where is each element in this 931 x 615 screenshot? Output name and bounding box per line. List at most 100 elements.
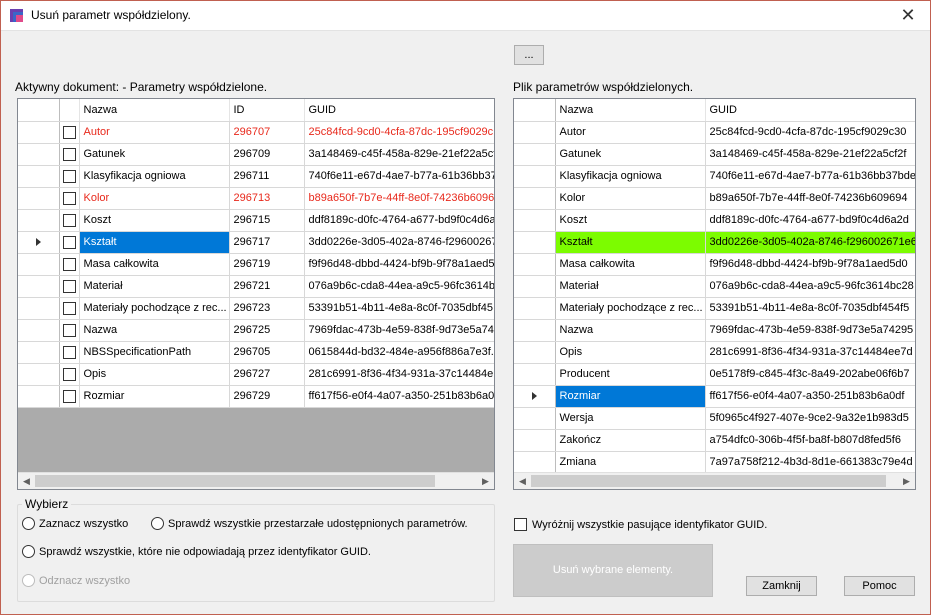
cell-guid[interactable]: 7969fdac-473b-4e59-838f-9d73e5a74... bbox=[304, 319, 494, 342]
row-checkbox-cell[interactable] bbox=[59, 209, 80, 232]
table-row[interactable]: Autor 296707 25c84fcd-9cd0-4cfa-87dc-195cf… bbox=[18, 121, 494, 144]
cell-name[interactable]: Zakończ bbox=[555, 429, 706, 452]
checkbox[interactable] bbox=[62, 301, 76, 315]
cell-guid[interactable]: 740f6e11-e67d-4ae7-b77a-61b36bb37... bbox=[304, 165, 494, 188]
cell-id[interactable]: 296717 bbox=[229, 231, 305, 254]
table-row[interactable]: Rozmiar 296729 ff617f56-e0f4-4a07-a350-251… bbox=[18, 385, 494, 408]
cell-id[interactable]: 296715 bbox=[229, 209, 305, 232]
radio-button[interactable] bbox=[22, 517, 35, 530]
row-header[interactable] bbox=[18, 275, 60, 298]
cell-name[interactable]: Opis bbox=[79, 363, 230, 386]
row-checkbox-cell[interactable] bbox=[59, 253, 80, 276]
cell-guid[interactable]: 281c6991-8f36-4f34-931a-37c14484e... bbox=[304, 363, 494, 386]
close-icon[interactable]: ✕ bbox=[885, 0, 931, 31]
row-checkbox-cell[interactable] bbox=[59, 121, 80, 144]
checkbox[interactable] bbox=[62, 345, 76, 359]
cell-name[interactable]: Producent bbox=[555, 363, 706, 386]
column-header-guid[interactable]: GUID bbox=[705, 99, 915, 122]
row-header[interactable] bbox=[18, 363, 60, 386]
row-header[interactable] bbox=[18, 231, 60, 254]
table-row[interactable]: Zakończ a754dfc0-306b-4f5f-ba8f-b807d8fed… bbox=[514, 429, 915, 452]
cell-guid[interactable]: 53391b51-4b11-4e8a-8c0f-7035dbf45... bbox=[304, 297, 494, 320]
checkbox[interactable] bbox=[62, 323, 76, 337]
table-row[interactable]: Gatunek 296709 3a148469-c45f-458a-829e-21e… bbox=[18, 143, 494, 166]
checkbox[interactable] bbox=[62, 279, 76, 293]
cell-guid[interactable]: b89a650f-7b7e-44ff-8e0f-74236b609694 bbox=[705, 187, 915, 210]
checkbox[interactable] bbox=[62, 367, 76, 381]
row-header[interactable] bbox=[514, 385, 556, 408]
row-checkbox-cell[interactable] bbox=[59, 231, 80, 254]
row-header[interactable] bbox=[514, 143, 556, 166]
table-row[interactable]: Materiał 296721 076a9b6c-cda8-44ea-a9c5-96… bbox=[18, 275, 494, 298]
row-header[interactable] bbox=[18, 143, 60, 166]
cell-name[interactable]: Klasyfikacja ogniowa bbox=[555, 165, 706, 188]
row-header[interactable] bbox=[514, 429, 556, 452]
table-row[interactable]: Rozmiar ff617f56-e0f4-4a07-a350-251b83b6a… bbox=[514, 385, 915, 408]
cell-id[interactable]: 296723 bbox=[229, 297, 305, 320]
column-header-name[interactable]: Nazwa bbox=[79, 99, 230, 122]
cell-name[interactable]: Koszt bbox=[555, 209, 706, 232]
cell-guid[interactable]: 53391b51-4b11-4e8a-8c0f-7035dbf454f5 bbox=[705, 297, 915, 320]
table-row[interactable]: Gatunek 3a148469-c45f-458a-829e-21ef22a5c… bbox=[514, 143, 915, 166]
shared-parameters-grid[interactable]: Nazwa GUID Autor 25c84fcd-9cd0-4cfa-87dc-… bbox=[513, 98, 916, 490]
table-row[interactable]: Materiały pochodzące z rec... 53391b51-4b… bbox=[514, 297, 915, 320]
radio-check-outdated[interactable]: Sprawdź wszystkie przestarzałe udostępni… bbox=[151, 517, 468, 530]
cell-name[interactable]: Gatunek bbox=[79, 143, 230, 166]
cell-id[interactable]: 296713 bbox=[229, 187, 305, 210]
cell-id[interactable]: 296729 bbox=[229, 385, 305, 408]
cell-guid[interactable]: 076a9b6c-cda8-44ea-a9c5-96fc3614bc28 bbox=[705, 275, 915, 298]
table-row[interactable]: Nazwa 7969fdac-473b-4e59-838f-9d73e5a7429… bbox=[514, 319, 915, 342]
row-header[interactable] bbox=[514, 275, 556, 298]
checkbox[interactable] bbox=[62, 191, 76, 205]
cell-name[interactable]: Zmiana bbox=[555, 451, 706, 474]
row-header[interactable] bbox=[18, 209, 60, 232]
cell-guid[interactable]: 3dd0226e-3d05-402a-8746-f296002671e6 bbox=[705, 231, 915, 254]
row-checkbox-cell[interactable] bbox=[59, 319, 80, 342]
cell-guid[interactable]: b89a650f-7b7e-44ff-8e0f-74236b60969 bbox=[304, 187, 494, 210]
row-header[interactable] bbox=[514, 165, 556, 188]
checkbox[interactable] bbox=[62, 257, 76, 271]
scroll-right-icon[interactable]: ▶ bbox=[898, 473, 915, 489]
table-row[interactable]: Kolor 296713 b89a650f-7b7e-44ff-8e0f-74236… bbox=[18, 187, 494, 210]
row-checkbox-cell[interactable] bbox=[59, 143, 80, 166]
row-header[interactable] bbox=[18, 297, 60, 320]
cell-guid[interactable]: ddf8189c-d0fc-4764-a677-bd9f0c4d6a2d bbox=[705, 209, 915, 232]
row-header[interactable] bbox=[514, 209, 556, 232]
cell-name[interactable]: Nazwa bbox=[79, 319, 230, 342]
help-button[interactable]: Pomoc bbox=[844, 576, 915, 596]
row-header[interactable] bbox=[514, 341, 556, 364]
checkbox[interactable] bbox=[62, 147, 76, 161]
row-checkbox-cell[interactable] bbox=[59, 385, 80, 408]
row-header[interactable] bbox=[514, 187, 556, 210]
cell-guid[interactable]: ff617f56-e0f4-4a07-a350-251b83b6a0df bbox=[304, 385, 494, 408]
cell-guid[interactable]: 3a148469-c45f-458a-829e-21ef22a5cf2 bbox=[304, 143, 494, 166]
radio-check-guid-mismatch[interactable]: Sprawdź wszystkie, które nie odpowiadają… bbox=[22, 545, 371, 558]
table-row[interactable]: Masa całkowita f9f96d48-dbbd-4424-bf9b-9f… bbox=[514, 253, 915, 276]
table-row[interactable]: Klasyfikacja ogniowa 296711 740f6e11-e67d-… bbox=[18, 165, 494, 188]
column-header-name[interactable]: Nazwa bbox=[555, 99, 706, 122]
cell-name[interactable]: Kolor bbox=[79, 187, 230, 210]
cell-guid[interactable]: ddf8189c-d0fc-4764-a677-bd9f0c4d6a... bbox=[304, 209, 494, 232]
table-row[interactable]: Zmiana 7a97a758f212-4b3d-8d1e-661383c79e4… bbox=[514, 451, 915, 474]
cell-name[interactable]: Rozmiar bbox=[555, 385, 706, 408]
row-header[interactable] bbox=[514, 363, 556, 386]
table-row[interactable]: Opis 296727 281c6991-8f36-4f34-931a-37c144… bbox=[18, 363, 494, 386]
checkbox[interactable] bbox=[62, 235, 76, 249]
right-horizontal-scrollbar[interactable]: ◀ ▶ bbox=[514, 472, 915, 489]
cell-id[interactable]: 296727 bbox=[229, 363, 305, 386]
row-header[interactable] bbox=[18, 341, 60, 364]
cell-name[interactable]: Autor bbox=[555, 121, 706, 144]
cell-guid[interactable]: 0615844d-bd32-484e-a956f886a7e3f... bbox=[304, 341, 494, 364]
cell-id[interactable]: 296711 bbox=[229, 165, 305, 188]
row-header[interactable] bbox=[514, 253, 556, 276]
cell-name[interactable]: Kształt bbox=[79, 231, 230, 254]
cell-id[interactable]: 296707 bbox=[229, 121, 305, 144]
highlight-matching-checkbox[interactable]: Wyróżnij wszystkie pasujące identyfikato… bbox=[514, 518, 767, 531]
row-checkbox-cell[interactable] bbox=[59, 187, 80, 210]
row-header[interactable] bbox=[18, 385, 60, 408]
row-header[interactable] bbox=[18, 121, 60, 144]
scroll-left-icon[interactable]: ◀ bbox=[514, 473, 531, 489]
cell-guid[interactable]: 0e5178f9-c845-4f3c-8a49-202abe06f6b7 bbox=[705, 363, 915, 386]
cell-guid[interactable]: 076a9b6c-cda8-44ea-a9c5-96fc3614b... bbox=[304, 275, 494, 298]
cell-name[interactable]: Kolor bbox=[555, 187, 706, 210]
